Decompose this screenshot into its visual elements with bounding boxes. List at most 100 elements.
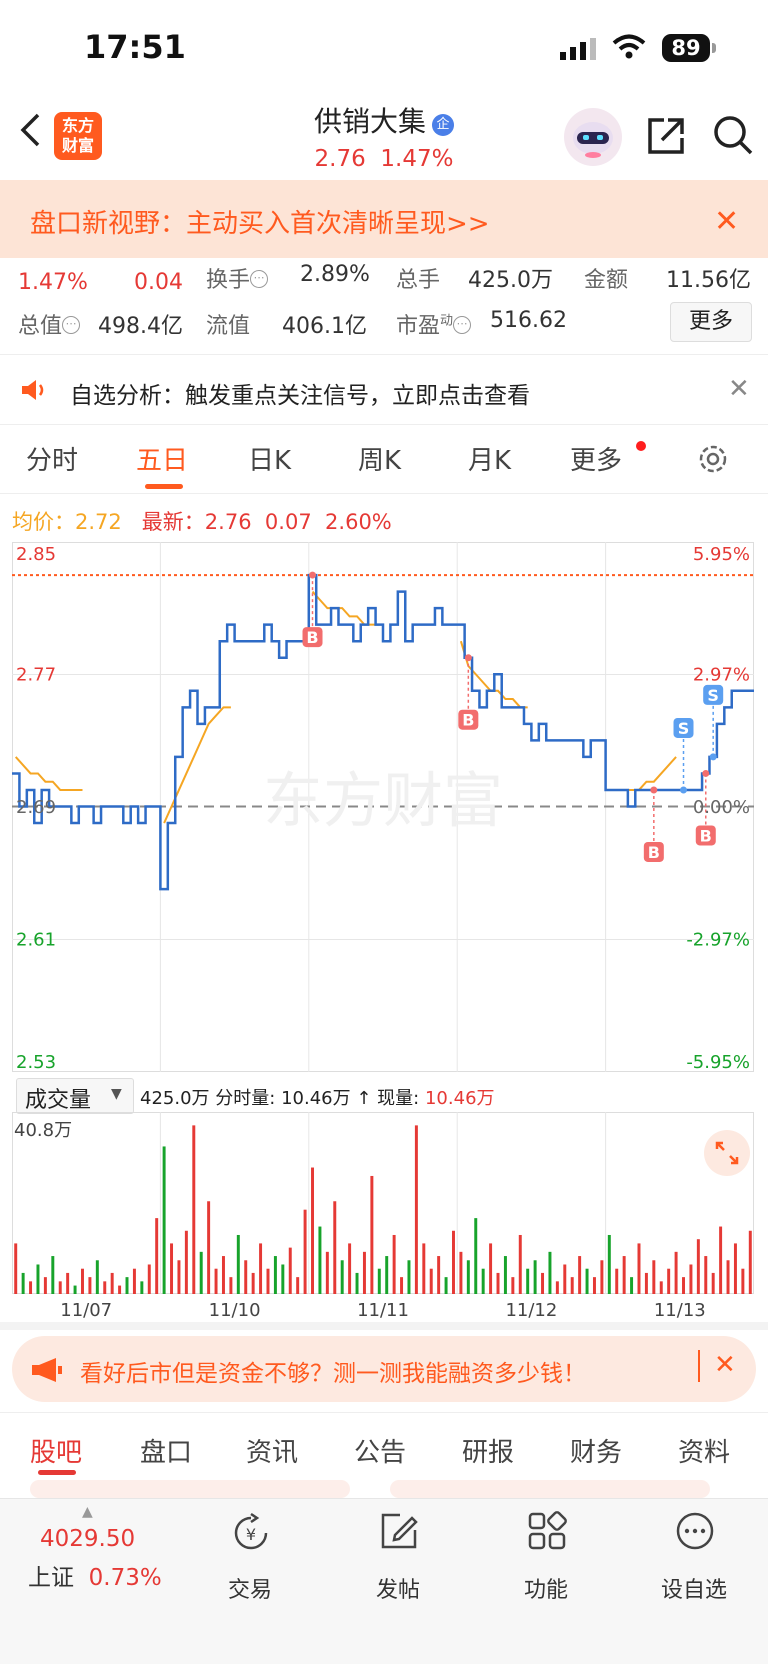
amount-label: 金额	[584, 268, 629, 293]
y-axis-pct-label: 5.95%	[693, 544, 750, 565]
index-value[interactable]: 4029.50	[40, 1526, 135, 1552]
nav-functions[interactable]: 功能	[496, 1572, 596, 1604]
logo-line2: 财富	[61, 136, 94, 155]
trade-icon[interactable]: ¥	[230, 1512, 272, 1554]
volume-bar	[170, 1243, 174, 1294]
share-icon[interactable]	[646, 116, 686, 156]
divider	[0, 1412, 768, 1413]
volume-bar	[362, 1251, 366, 1294]
nav-post[interactable]: 发帖	[348, 1572, 448, 1604]
volume-bar	[311, 1167, 314, 1294]
volume-bar	[377, 1268, 381, 1294]
volume-bar	[503, 1256, 507, 1294]
ad-separator	[698, 1350, 700, 1382]
tab-finance[interactable]: 财务	[570, 1432, 622, 1469]
trade-marker-dot	[650, 786, 658, 794]
volume-bar	[563, 1264, 567, 1294]
volume-bar	[414, 1125, 418, 1294]
volume-bar	[659, 1281, 663, 1294]
volume-bar	[496, 1272, 500, 1294]
tab-more[interactable]: 更多	[570, 440, 622, 477]
volume-bar	[644, 1272, 648, 1294]
volume-bar	[592, 1277, 596, 1294]
volume-bar	[392, 1234, 396, 1294]
back-icon[interactable]	[18, 112, 44, 148]
search-icon[interactable]	[712, 114, 754, 156]
volume-bar	[437, 1256, 441, 1294]
tab-daily-k[interactable]: 日K	[248, 440, 291, 477]
ad-close-button[interactable]: ✕	[714, 1350, 736, 1380]
volume-bar	[177, 1260, 181, 1294]
volume-bar	[125, 1277, 129, 1294]
assistant-avatar[interactable]	[564, 108, 622, 166]
nav-add-watchlist[interactable]: 设自选	[644, 1572, 744, 1604]
volume-indicator-select[interactable]: 成交量 ▼	[16, 1078, 134, 1114]
tab-pankou[interactable]: 盘口	[140, 1432, 192, 1469]
volume-bar	[207, 1201, 211, 1294]
ad-text[interactable]: 看好后市但是资金不够？测一测我能融资多少钱！	[80, 1354, 586, 1388]
last-chg: 0.07	[264, 510, 312, 534]
tab-guba[interactable]: 股吧	[30, 1432, 82, 1469]
expand-button[interactable]	[704, 1130, 750, 1176]
volume-bar	[555, 1281, 559, 1294]
quote-chg: 0.04	[134, 270, 183, 295]
volume-bar	[118, 1285, 122, 1294]
tab-intraday[interactable]: 分时	[26, 440, 78, 477]
sell-marker-label: S	[707, 686, 719, 705]
volume-chart[interactable]	[12, 1112, 754, 1294]
tab-profile[interactable]: 资料	[678, 1432, 730, 1469]
five-day-price-chart[interactable]: 东方财富 B B B B SS 2.85 5.95% 2.77 2.97% 2.69 0.00% 2.6…	[12, 542, 754, 1072]
tab-announcements[interactable]: 公告	[354, 1432, 406, 1469]
battery-cap	[712, 43, 716, 53]
volume-bar	[36, 1264, 40, 1294]
volume-bar	[340, 1260, 344, 1294]
tab-news[interactable]: 资讯	[246, 1432, 298, 1469]
info-icon[interactable]: ⋯	[453, 316, 472, 334]
promo-close-button[interactable]: ✕	[714, 204, 739, 239]
add-watchlist-icon[interactable]	[674, 1510, 716, 1552]
tab-monthly-k[interactable]: 月K	[468, 440, 511, 477]
volume-bar	[155, 1218, 159, 1294]
notice-close-button[interactable]: ✕	[728, 374, 750, 404]
mcap-value: 498.4亿	[98, 314, 183, 339]
avg-label: 均价：	[12, 510, 75, 534]
info-icon[interactable]: ⋯	[62, 316, 81, 334]
volume-bar	[733, 1243, 737, 1294]
index-ticker[interactable]: 上证 0.73%	[28, 1558, 162, 1592]
volume-bar	[741, 1268, 745, 1294]
buy-marker-label: B	[462, 711, 474, 730]
battery-icon: 89	[662, 34, 710, 62]
functions-icon[interactable]	[526, 1510, 568, 1552]
volume-bar	[511, 1277, 515, 1294]
y-axis-price-label: 2.61	[16, 930, 56, 951]
active-tab-underline	[145, 484, 183, 489]
info-icon[interactable]: ⋯	[250, 270, 269, 288]
volume-bar	[288, 1247, 292, 1294]
volume-bar	[719, 1226, 723, 1294]
tab-research[interactable]: 研报	[462, 1432, 514, 1469]
volume-bar	[51, 1256, 55, 1294]
volume-bar	[21, 1272, 25, 1294]
volume-bar	[110, 1272, 114, 1294]
volume-bar	[444, 1277, 448, 1294]
tab-weekly-k[interactable]: 周K	[358, 440, 401, 477]
nav-trade[interactable]: 交易	[200, 1572, 300, 1604]
volume-bar	[541, 1272, 545, 1294]
notice-text[interactable]: 自选分析：触发重点关注信号，立即点击查看	[70, 376, 530, 410]
volume-bar	[682, 1277, 685, 1294]
volume-bar	[748, 1230, 752, 1294]
app-logo: 东方 财富	[54, 112, 102, 160]
chevron-down-icon: ▼	[111, 1086, 122, 1102]
volume-bar	[400, 1277, 404, 1294]
volume-bar	[236, 1234, 240, 1294]
promo-text[interactable]: 盘口新视野：主动买入首次清晰呈现>>	[30, 203, 490, 240]
post-icon[interactable]	[378, 1510, 420, 1552]
y-axis-price-label: 2.85	[16, 544, 56, 565]
last-pct: 2.60%	[325, 510, 392, 534]
gear-icon[interactable]	[696, 442, 730, 476]
more-button[interactable]: 更多	[670, 302, 752, 342]
tab-five-day[interactable]: 五日	[136, 440, 188, 477]
volume-bar	[481, 1268, 485, 1294]
volume-bar	[459, 1251, 463, 1294]
stock-price-line: 2.76 1.47%	[240, 146, 528, 172]
